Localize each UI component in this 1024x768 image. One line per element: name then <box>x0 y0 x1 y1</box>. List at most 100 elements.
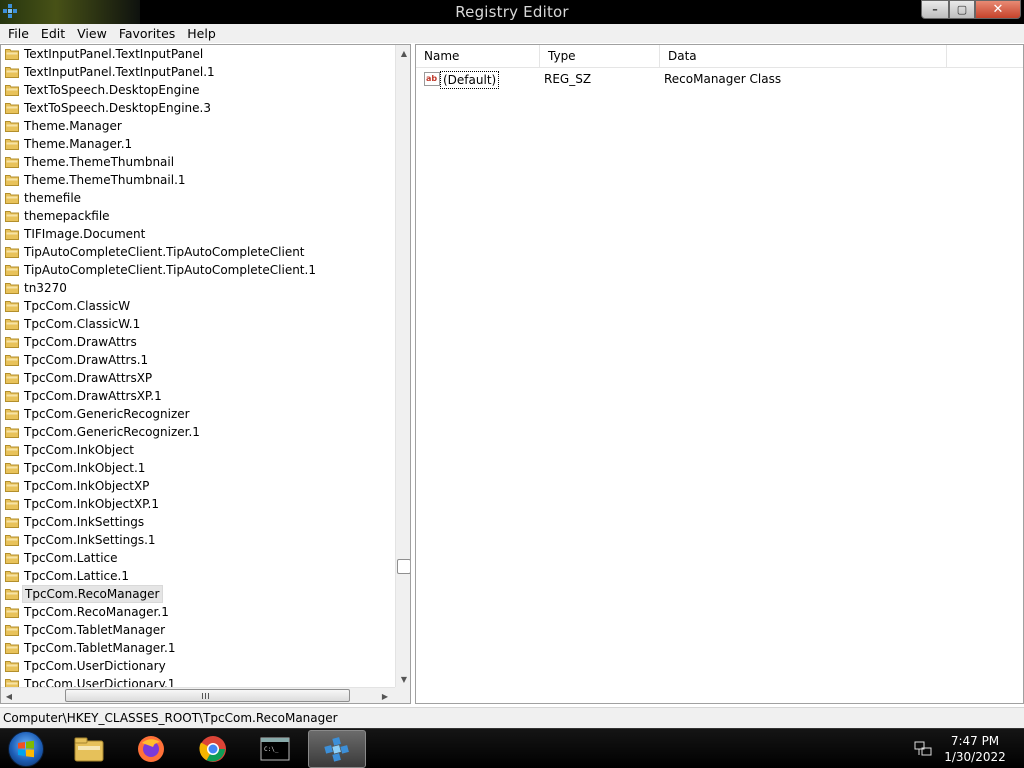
tree-item[interactable]: TipAutoCompleteClient.TipAutoCompleteCli… <box>1 261 395 279</box>
tree-item[interactable]: TextToSpeech.DesktopEngine.3 <box>1 99 395 117</box>
close-button[interactable]: ✕ <box>975 0 1021 19</box>
scrollbar-corner <box>395 687 410 703</box>
folder-icon <box>5 463 19 474</box>
column-data[interactable]: Data <box>660 45 947 68</box>
key-path: Computer\HKEY_CLASSES_ROOT\TpcCom.RecoMa… <box>3 711 338 725</box>
taskbar-chrome[interactable] <box>184 730 242 768</box>
tree-item[interactable]: TpcCom.InkObject <box>1 441 395 459</box>
tree-item-label: TpcCom.GenericRecognizer.1 <box>24 425 200 439</box>
tree-item-label: Theme.ThemeThumbnail.1 <box>24 173 186 187</box>
system-clock[interactable]: 7:47 PM 1/30/2022 <box>935 733 1015 765</box>
folder-icon <box>5 553 19 564</box>
tree-item-label: TpcCom.TabletManager.1 <box>24 641 176 655</box>
minimize-icon: – <box>932 3 938 16</box>
tree-item-label: TpcCom.DrawAttrsXP <box>24 371 153 385</box>
horizontal-scroll-thumb[interactable] <box>65 689 350 702</box>
value-row[interactable]: ab (Default) REG_SZ RecoManager Class <box>416 69 1023 89</box>
tree-item-label: Theme.ThemeThumbnail <box>24 155 175 169</box>
folder-icon <box>5 103 19 114</box>
minimize-button[interactable]: – <box>921 0 949 19</box>
menu-favorites[interactable]: Favorites <box>113 24 181 43</box>
registry-tree-pane[interactable]: TextInputPanel.TextInputPanel TextInputPa… <box>0 44 411 704</box>
scroll-right-icon[interactable]: ▶ <box>377 688 393 703</box>
folder-icon <box>5 175 19 186</box>
scroll-down-icon[interactable]: ▼ <box>396 671 410 687</box>
scroll-up-icon[interactable]: ▲ <box>396 45 410 61</box>
network-icon[interactable] <box>914 741 932 757</box>
tree-item[interactable]: TpcCom.InkObjectXP.1 <box>1 495 395 513</box>
menu-edit[interactable]: Edit <box>35 24 71 43</box>
tree-item-label: TpcCom.RecoManager <box>22 585 163 603</box>
column-name[interactable]: Name <box>416 45 540 68</box>
tree-item[interactable]: TpcCom.RecoManager <box>1 585 395 603</box>
clock-time: 7:47 PM <box>950 734 1000 748</box>
tree-item[interactable]: TpcCom.TabletManager.1 <box>1 639 395 657</box>
tree-item[interactable]: TpcCom.Lattice <box>1 549 395 567</box>
tree-vertical-scrollbar[interactable]: ▲ ▼ <box>395 45 410 687</box>
menu-file[interactable]: File <box>2 24 35 43</box>
tree-item[interactable]: TpcCom.ClassicW.1 <box>1 315 395 333</box>
status-bar: Computer\HKEY_CLASSES_ROOT\TpcCom.RecoMa… <box>0 707 1024 728</box>
menu-help[interactable]: Help <box>181 24 222 43</box>
tree-horizontal-scrollbar[interactable]: ◀ ▶ <box>1 687 395 703</box>
tree-item[interactable]: TpcCom.RecoManager.1 <box>1 603 395 621</box>
tree-item[interactable]: themepackfile <box>1 207 395 225</box>
tree-item[interactable]: TextInputPanel.TextInputPanel <box>1 45 395 63</box>
tree-item[interactable]: TpcCom.DrawAttrsXP.1 <box>1 387 395 405</box>
tree-item[interactable]: TpcCom.Lattice.1 <box>1 567 395 585</box>
folder-icon <box>5 409 19 420</box>
tree-item[interactable]: TpcCom.TabletManager <box>1 621 395 639</box>
tree-item-label: TpcCom.RecoManager.1 <box>24 605 169 619</box>
value-name[interactable]: (Default) <box>440 71 500 89</box>
tree-item[interactable]: TIFImage.Document <box>1 225 395 243</box>
taskbar-registry-editor[interactable] <box>308 730 366 768</box>
title-bar[interactable]: Registry Editor – ▢ ✕ <box>0 0 1024 24</box>
taskbar-explorer[interactable] <box>60 730 118 768</box>
tree-item-label: themepackfile <box>24 209 110 223</box>
tree-item[interactable]: Theme.ThemeThumbnail <box>1 153 395 171</box>
folder-icon <box>5 571 19 582</box>
command-prompt-icon: C:\_ <box>260 737 290 761</box>
taskbar-firefox[interactable] <box>122 730 180 768</box>
tree-item[interactable]: TextInputPanel.TextInputPanel.1 <box>1 63 395 81</box>
folder-icon <box>5 319 19 330</box>
tree-item[interactable]: TpcCom.InkSettings.1 <box>1 531 395 549</box>
tree-item[interactable]: TpcCom.ClassicW <box>1 297 395 315</box>
scroll-thumb[interactable] <box>397 559 410 574</box>
column-type[interactable]: Type <box>540 45 660 68</box>
folder-icon <box>5 85 19 96</box>
tree-item-label: TpcCom.UserDictionary <box>24 659 166 673</box>
tree-item[interactable]: TpcCom.InkObject.1 <box>1 459 395 477</box>
windows-logo-icon <box>18 740 34 758</box>
tree-item[interactable]: TipAutoCompleteClient.TipAutoCompleteCli… <box>1 243 395 261</box>
tree-item[interactable]: TextToSpeech.DesktopEngine <box>1 81 395 99</box>
tree-item[interactable]: TpcCom.GenericRecognizer.1 <box>1 423 395 441</box>
tree-item[interactable]: TpcCom.DrawAttrsXP <box>1 369 395 387</box>
tree-item[interactable]: TpcCom.InkObjectXP <box>1 477 395 495</box>
folder-icon <box>5 121 19 132</box>
tree-item-label: Theme.Manager.1 <box>24 137 133 151</box>
start-button[interactable] <box>8 731 44 767</box>
folder-icon <box>5 337 19 348</box>
tree-item[interactable]: themefile <box>1 189 395 207</box>
regedit-icon <box>324 737 349 762</box>
tree-item[interactable]: Theme.ThemeThumbnail.1 <box>1 171 395 189</box>
folder-icon <box>5 355 19 366</box>
taskbar-command-prompt[interactable]: C:\_ <box>246 730 304 768</box>
maximize-button[interactable]: ▢ <box>949 0 975 19</box>
tree-item[interactable]: TpcCom.GenericRecognizer <box>1 405 395 423</box>
menu-view[interactable]: View <box>71 24 113 43</box>
tree-item[interactable]: Theme.Manager <box>1 117 395 135</box>
tree-item[interactable]: TpcCom.InkSettings <box>1 513 395 531</box>
tree-item[interactable]: TpcCom.DrawAttrs.1 <box>1 351 395 369</box>
folder-icon <box>5 373 19 384</box>
tree-item-label: TpcCom.Lattice.1 <box>24 569 129 583</box>
registry-values-pane[interactable]: Name Type Data ab (Default) REG_SZ RecoM… <box>415 44 1024 704</box>
tree-item[interactable]: TpcCom.UserDictionary <box>1 657 395 675</box>
tree-item[interactable]: TpcCom.DrawAttrs <box>1 333 395 351</box>
tree-item[interactable]: tn3270 <box>1 279 395 297</box>
folder-icon <box>74 737 104 762</box>
tree-item[interactable]: Theme.Manager.1 <box>1 135 395 153</box>
scroll-left-icon[interactable]: ◀ <box>1 688 17 703</box>
string-value-icon: ab <box>424 72 440 86</box>
